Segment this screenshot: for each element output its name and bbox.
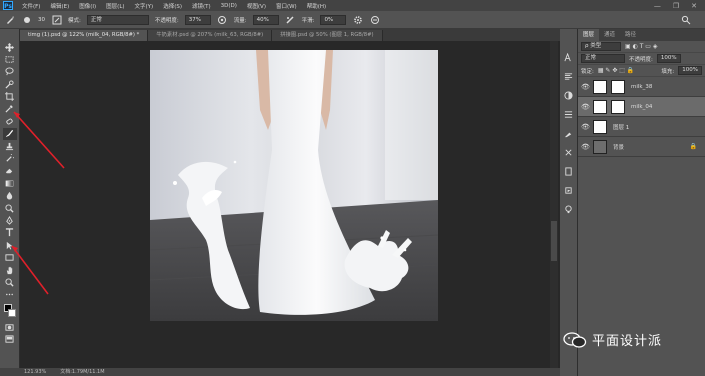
tab-channels[interactable]: 通道 <box>599 29 620 41</box>
tool-presets-icon[interactable] <box>564 148 573 159</box>
lock-label: 锁定: <box>581 68 594 75</box>
scrollbar-thumb[interactable] <box>551 221 557 261</box>
menu-3d[interactable]: 3D(D) <box>216 3 242 9</box>
layer-row[interactable]: 👁 milk_38 <box>578 77 705 97</box>
layer-thumbnail <box>593 139 607 154</box>
eye-icon[interactable]: 👁 <box>581 103 590 111</box>
zoom-level[interactable]: 121.93% <box>24 368 46 376</box>
tab-composite[interactable]: 拼接图.psd @ 50% (图层 1, RGB/8#) <box>272 30 383 41</box>
search-icon[interactable] <box>680 14 691 25</box>
wechat-logo <box>563 331 587 348</box>
status-bar: 121.93% 文档:1.79M/11.1M <box>0 368 560 376</box>
paragraph-panel-icon[interactable] <box>564 72 573 83</box>
close-button[interactable]: ✕ <box>691 2 697 10</box>
smoothing-input[interactable]: 0% <box>320 14 347 25</box>
layer-mask-thumbnail[interactable] <box>611 79 625 94</box>
annotation-arrows <box>11 111 65 295</box>
actions-panel-icon[interactable] <box>564 186 573 197</box>
menu-window[interactable]: 窗口(W) <box>271 2 302 10</box>
fill-input[interactable]: 100% <box>678 66 702 75</box>
layer-thumbnail <box>593 99 607 114</box>
layer-row[interactable]: 👁 背景 🔒 <box>578 137 705 157</box>
panel-tabs: 图层 通道 路径 <box>578 29 705 41</box>
tab-paths[interactable]: 路径 <box>620 29 641 41</box>
gear-icon[interactable] <box>352 14 363 25</box>
blend-mode-select[interactable]: 正常 <box>581 54 625 63</box>
menu-type[interactable]: 文字(Y) <box>130 2 159 10</box>
lock-icon: 🔒 <box>689 143 697 150</box>
flow-input[interactable]: 40% <box>252 14 279 25</box>
lock-row: 锁定: ▦ ✎ ✥ ⬚ 🔒 填充: 100% <box>578 65 705 77</box>
eye-icon[interactable]: 👁 <box>581 83 590 91</box>
menu-help[interactable]: 帮助(H) <box>302 2 331 10</box>
lightbulb-icon[interactable] <box>564 205 573 216</box>
layers-panel: 图层 通道 路径 ρ 类型 ▣ ◐ T ▭ ◈ 正常 不透明度: 100% 锁定… <box>578 29 705 376</box>
tab-milk-material[interactable]: 牛奶素材.psd @ 207% (milk_63, RGB/8#) <box>148 30 273 41</box>
document-canvas[interactable] <box>150 50 438 321</box>
restore-button[interactable]: ❐ <box>673 2 679 10</box>
layer-thumbnail <box>593 79 607 94</box>
canvas-scrollbar[interactable] <box>550 41 558 368</box>
eye-icon[interactable]: 👁 <box>581 123 590 131</box>
window-controls: — ❐ ✕ <box>654 2 705 10</box>
menu-filter[interactable]: 滤镜(T) <box>187 2 216 10</box>
blend-row: 正常 不透明度: 100% <box>578 53 705 65</box>
properties-panel-icon[interactable] <box>564 167 573 178</box>
milk-dress-image <box>150 50 438 321</box>
layer-row-selected[interactable]: 👁 milk_04 <box>578 97 705 117</box>
flow-label: 流量: <box>233 17 247 24</box>
layer-name: 图层 1 <box>613 124 630 131</box>
pressure-opacity-icon[interactable] <box>217 14 228 25</box>
lock-icons[interactable]: ▦ ✎ ✥ ⬚ 🔒 <box>598 67 635 74</box>
layer-name: milk_38 <box>631 83 653 90</box>
opacity-label: 不透明度: <box>154 17 179 24</box>
brush-panel-icon[interactable] <box>564 129 573 140</box>
layer-name: milk_04 <box>631 103 653 110</box>
character-panel-icon[interactable] <box>564 52 573 64</box>
layer-opacity-label: 不透明度: <box>629 56 653 63</box>
layer-kind-filter[interactable]: ρ 类型 <box>581 42 621 51</box>
pressure-size-icon[interactable] <box>369 14 380 25</box>
layer-name: 背景 <box>613 144 625 151</box>
panel-icon-strip <box>560 29 578 376</box>
history-panel-icon[interactable] <box>564 110 573 121</box>
opacity-input[interactable]: 37% <box>184 14 211 25</box>
adjustments-panel-icon[interactable] <box>564 91 573 102</box>
minimize-button[interactable]: — <box>654 2 661 10</box>
layer-opacity-input[interactable]: 100% <box>656 54 681 63</box>
layer-filter-row: ρ 类型 ▣ ◐ T ▭ ◈ <box>578 41 705 53</box>
layer-thumbnail <box>593 119 607 134</box>
fill-label: 填充: <box>661 68 675 75</box>
layer-mask-thumbnail[interactable] <box>611 99 625 114</box>
smoothing-label: 平滑: <box>301 17 315 24</box>
menu-select[interactable]: 选择(S) <box>158 2 187 10</box>
eye-icon[interactable]: 👁 <box>581 143 590 151</box>
document-size: 文档:1.79M/11.1M <box>60 369 105 375</box>
filter-icons[interactable]: ▣ ◐ T ▭ ◈ <box>625 43 657 50</box>
watermark-text: 平面设计派 <box>592 334 663 349</box>
watermark: 平面设计派 <box>563 330 662 349</box>
menu-view[interactable]: 视图(V) <box>242 2 271 10</box>
tab-layers[interactable]: 图层 <box>578 29 600 41</box>
airbrush-icon[interactable] <box>285 14 296 25</box>
layer-row[interactable]: 👁 图层 1 <box>578 117 705 137</box>
